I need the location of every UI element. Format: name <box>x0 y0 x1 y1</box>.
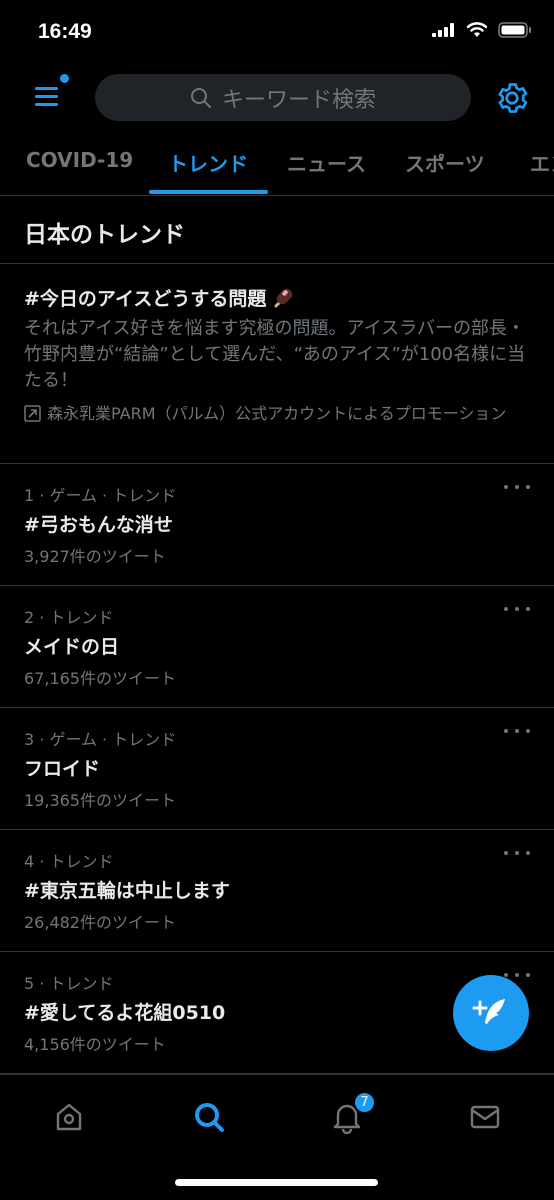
unread-indicator-dot <box>60 74 69 83</box>
nav-messages[interactable] <box>465 1097 505 1137</box>
trend-tweet-count: 67,165件のツイート <box>24 669 176 688</box>
status-icons <box>432 22 532 38</box>
trend-name: メイドの日 <box>24 636 120 658</box>
battery-icon <box>498 22 531 38</box>
promoted-by-text: 森永乳業PARM（パルム）公式アカウントによるプロモーション <box>47 404 507 423</box>
promoted-trend[interactable]: #今日のアイスどうする問題 それはアイス好きを悩ます究極の問題。アイスラバーの部… <box>0 264 554 464</box>
promoted-trend-title: #今日のアイスどうする問題 <box>24 284 296 311</box>
section-header: 日本のトレンド <box>0 196 554 264</box>
trend-name: #弓おもんな消せ <box>24 514 173 536</box>
gear-icon <box>498 83 528 113</box>
trend-meta: 2 · トレンド <box>24 608 114 627</box>
more-options-icon[interactable] <box>504 602 530 616</box>
trend-meta: 1 · ゲーム · トレンド <box>24 486 177 505</box>
trend-tweet-count: 26,482件のツイート <box>24 913 176 932</box>
promoted-by: 森永乳業PARM（パルム）公式アカウントによるプロモーション <box>24 402 524 425</box>
tab-trends[interactable]: トレンド <box>168 148 248 177</box>
promoted-trend-description: それはアイス好きを悩ます究極の問題。アイスラバーの部長・竹野内豊が“結論”として… <box>24 318 526 391</box>
compose-tweet-button[interactable] <box>453 975 529 1051</box>
trend-item[interactable]: 3 · ゲーム · トレンド フロイド 19,365件のツイート <box>0 708 554 830</box>
nav-home[interactable] <box>49 1097 89 1137</box>
search-icon <box>190 87 211 108</box>
trend-meta: 5 · トレンド <box>24 974 114 993</box>
messages-envelope-icon <box>470 1105 500 1129</box>
nav-search[interactable] <box>189 1097 229 1137</box>
trend-meta: 3 · ゲーム · トレンド <box>24 730 177 749</box>
wifi-icon <box>466 22 488 37</box>
ice-cream-bar-icon <box>274 288 293 307</box>
top-bar: キーワード検索 <box>0 68 554 128</box>
more-options-icon[interactable] <box>504 724 530 738</box>
compose-tweet-icon <box>472 999 505 1024</box>
status-time: 16:49 <box>38 20 92 43</box>
trend-item[interactable]: 2 · トレンド メイドの日 67,165件のツイート <box>0 586 554 708</box>
trend-tweet-count: 4,156件のツイート <box>24 1035 166 1054</box>
more-options-icon[interactable] <box>504 846 530 860</box>
notification-badge: 7 <box>353 1091 376 1114</box>
active-tab-indicator <box>149 190 268 194</box>
trend-name: フロイド <box>24 758 101 780</box>
more-options-icon[interactable] <box>504 480 530 494</box>
tab-entertainment[interactable]: エン <box>530 148 554 177</box>
trend-item[interactable]: 1 · ゲーム · トレンド #弓おもんな消せ 3,927件のツイート <box>0 464 554 586</box>
trend-tweet-count: 3,927件のツイート <box>24 547 166 566</box>
trend-item[interactable]: 4 · トレンド #東京五輪は中止します 26,482件のツイート <box>0 830 554 952</box>
section-title: 日本のトレンド <box>24 222 185 248</box>
settings-button[interactable] <box>494 80 530 116</box>
home-icon <box>56 1103 82 1131</box>
status-bar: 16:49 <box>0 0 554 68</box>
explore-tabs: COVID-19 トレンド ニュース スポーツ エン <box>0 128 554 196</box>
tab-news[interactable]: ニュース <box>287 148 366 177</box>
promoted-arrow-icon <box>24 405 41 422</box>
search-placeholder: キーワード検索 <box>221 87 376 113</box>
promoted-trend-name: #今日のアイスどうする問題 <box>24 288 267 310</box>
search-icon <box>195 1103 224 1132</box>
home-indicator <box>175 1179 378 1186</box>
trend-tweet-count: 19,365件のツイート <box>24 791 176 810</box>
tab-sports[interactable]: スポーツ <box>405 148 485 177</box>
cellular-signal-icon <box>432 23 454 37</box>
trend-meta: 4 · トレンド <box>24 852 114 871</box>
trend-name: #東京五輪は中止します <box>24 880 230 902</box>
search-input[interactable]: キーワード検索 <box>95 74 471 121</box>
tab-covid-19[interactable]: COVID-19 <box>26 148 133 172</box>
trend-name: #愛してるよ花組0510 <box>24 1002 226 1024</box>
